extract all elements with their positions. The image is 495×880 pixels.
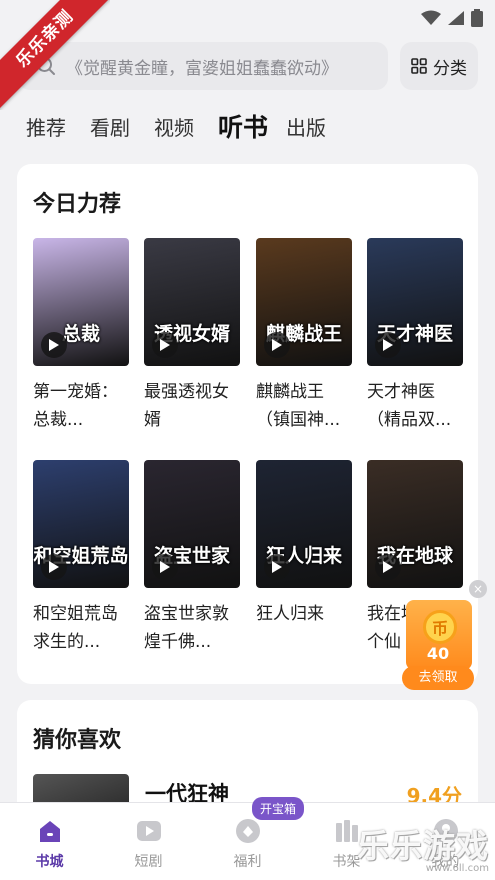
book-item[interactable]: 麒麟战王麒麟战王（镇国神... (256, 238, 352, 434)
nav-label: 福利 (233, 854, 262, 870)
grid-icon (411, 58, 427, 74)
reward-amount: 40 (426, 644, 450, 663)
promo-ribbon: 乐乐亲测 (0, 0, 110, 110)
channel-tabs: 推荐 看剧 视频 听书 出版 (26, 108, 350, 148)
signal-icon (448, 11, 464, 25)
play-icon[interactable] (41, 554, 67, 580)
book-cover[interactable]: 和空姐荒岛 (33, 460, 129, 588)
gift-icon (235, 819, 260, 843)
category-button[interactable]: 分类 (400, 42, 478, 90)
nav-item-shortdrama[interactable]: 短剧 (99, 803, 198, 880)
reward-claim-button[interactable]: 去领取 (402, 666, 474, 690)
book-title[interactable]: 天才神医（精品双... (367, 378, 463, 434)
book-item[interactable]: 盗宝世家盗宝世家敦煌千佛... (144, 460, 240, 656)
promo-ribbon-text: 乐乐亲测 (0, 0, 110, 110)
guess-title: 猜你喜欢 (33, 728, 122, 753)
book-title[interactable]: 第一宠婚：总裁... (33, 378, 129, 434)
tab-publish[interactable]: 出版 (286, 108, 326, 148)
tab-video[interactable]: 视频 (154, 108, 194, 148)
book-cover[interactable]: 透视女婿 (144, 238, 240, 366)
recommend-title: 今日力荐 (33, 192, 122, 217)
nav-item-welfare[interactable]: 开宝箱 福利 (198, 797, 305, 880)
home-icon (39, 821, 60, 842)
nav-label: 短剧 (134, 854, 163, 870)
book-title[interactable]: 最强透视女婿 (144, 378, 240, 434)
wifi-icon (421, 10, 441, 25)
nav-label: 书城 (35, 854, 64, 870)
tab-audiobook[interactable]: 听书 (218, 108, 268, 148)
coin-icon: 币 (423, 610, 457, 644)
tab-drama[interactable]: 看剧 (90, 108, 130, 148)
category-label: 分类 (433, 58, 467, 79)
book-cover[interactable]: 盗宝世家 (144, 460, 240, 588)
book-cover[interactable]: 麒麟战王 (256, 238, 352, 366)
play-icon[interactable] (375, 332, 401, 358)
book-item[interactable]: 天才神医天才神医（精品双... (367, 238, 463, 434)
tab-recommend[interactable]: 推荐 (26, 108, 66, 148)
book-cover[interactable]: 天才神医 (367, 238, 463, 366)
book-item[interactable]: 和空姐荒岛和空姐荒岛求生的... (33, 460, 129, 656)
book-item[interactable]: 透视女婿最强透视女婿 (144, 238, 240, 434)
play-square-icon (136, 821, 161, 841)
play-icon[interactable] (375, 554, 401, 580)
book-title[interactable]: 麒麟战王（镇国神... (256, 378, 352, 434)
play-icon[interactable] (264, 332, 290, 358)
reward-close-button[interactable]: × (469, 580, 487, 598)
watermark-main: 乐乐游戏 (356, 827, 489, 865)
battery-icon (471, 9, 483, 27)
play-icon[interactable] (41, 332, 67, 358)
site-watermark: 乐乐游戏 www.6ll.com (357, 821, 489, 874)
book-item[interactable]: 狂人归来 狂人归来 (256, 460, 352, 656)
reward-widget[interactable]: 币 40 去领取 (402, 598, 474, 692)
book-cover[interactable]: 我在地球 (367, 460, 463, 588)
play-icon[interactable] (264, 554, 290, 580)
play-icon[interactable] (152, 332, 178, 358)
book-cover[interactable]: 总裁 (33, 238, 129, 366)
book-item[interactable]: 总裁第一宠婚：总裁... (33, 238, 129, 434)
book-title[interactable]: 狂人归来 (256, 600, 352, 656)
book-title[interactable]: 和空姐荒岛求生的... (33, 600, 129, 656)
book-title[interactable]: 盗宝世家敦煌千佛... (144, 600, 240, 656)
book-cover[interactable]: 狂人归来 (256, 460, 352, 588)
nav-item-bookstore[interactable]: 书城 (0, 803, 99, 880)
play-icon[interactable] (152, 554, 178, 580)
